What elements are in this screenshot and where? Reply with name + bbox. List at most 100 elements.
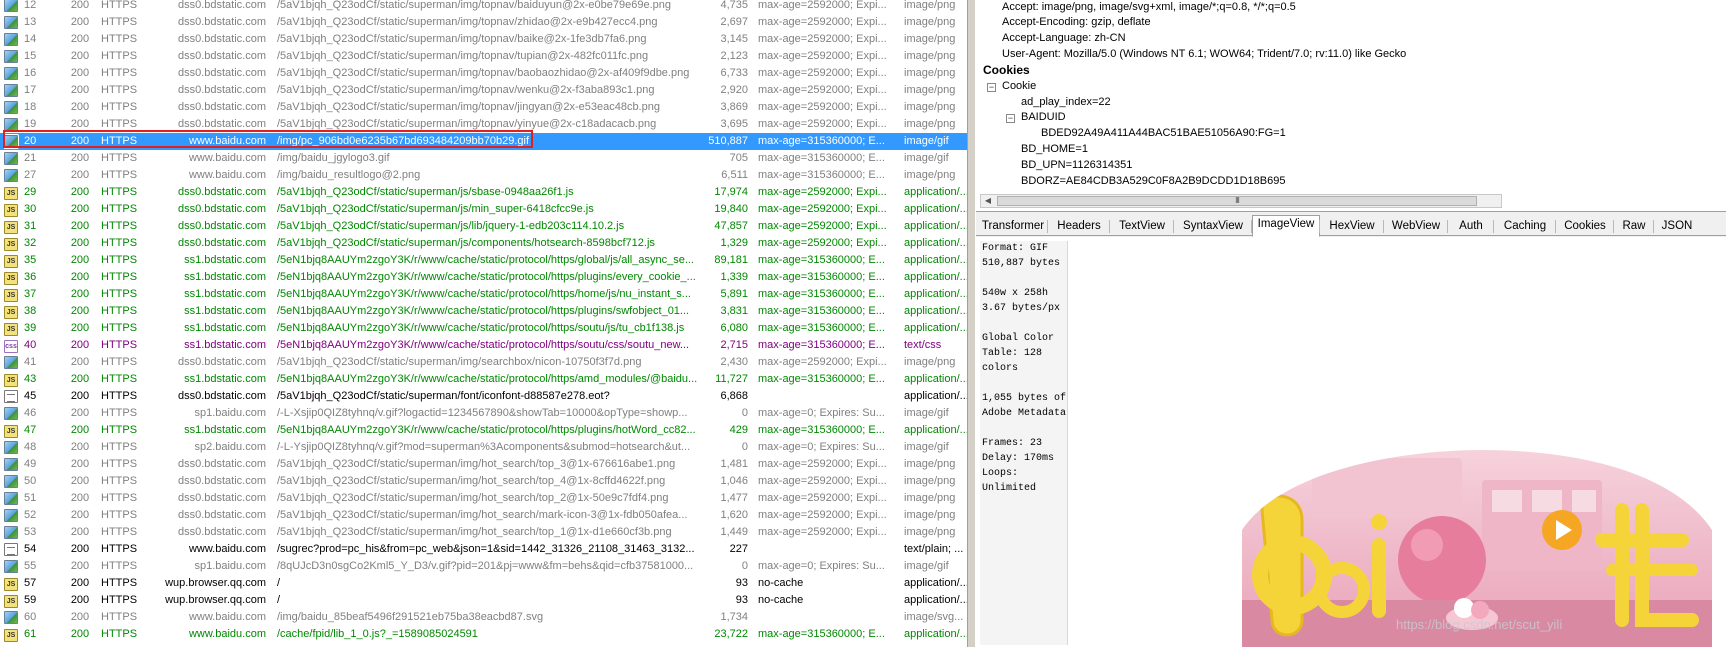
session-row[interactable]: 54 200 HTTPS www.baidu.com/sugrec?prod=pc_h… (0, 541, 967, 558)
cookie-node[interactable]: Cookie (1002, 79, 1036, 94)
session-row[interactable]: 52 200 HTTPS dss0.bdstatic.com/5aV1bjqh_Q23… (0, 507, 967, 524)
tab-headers[interactable]: Headers (1048, 217, 1110, 236)
image-icon (4, 84, 18, 97)
session-body-size: 6,080 (720, 322, 748, 334)
session-content-type: image/png (904, 169, 956, 181)
session-list[interactable]: 12 200 HTTPS dss0.bdstatic.com/5aV1bjqh_Q23… (0, 0, 967, 647)
image-icon (4, 560, 18, 573)
session-row[interactable]: 48 200 HTTPS sp2.baidu.com/-L-Ysjip0QIZ8tyh… (0, 439, 967, 456)
session-row[interactable]: 16 200 HTTPS dss0.bdstatic.com/5aV1bjqh_Q23… (0, 65, 967, 82)
horizontal-scrollbar[interactable]: ◀ III (980, 194, 1502, 208)
session-row[interactable]: JS 39 200 HTTPS ss1.bdstatic.com/5eN1bjq8AAU… (0, 320, 967, 337)
session-icon-cell: JS (4, 626, 20, 643)
session-host: ss1.bdstatic.com (184, 373, 266, 385)
tab-imageview[interactable]: ImageView (1252, 215, 1320, 237)
session-row[interactable]: 53 200 HTTPS dss0.bdstatic.com/5aV1bjqh_Q23… (0, 524, 967, 541)
scrollbar-thumb[interactable]: III (997, 196, 1477, 206)
session-body-size: 0 (741, 560, 748, 572)
session-caching: max-age=2592000; Expi... (758, 0, 887, 11)
session-row[interactable]: JS 30 200 HTTPS dss0.bdstatic.com/5aV1bjqh_Q… (0, 201, 967, 218)
tab-webview[interactable]: WebView (1384, 217, 1448, 236)
session-row[interactable]: 12 200 HTTPS dss0.bdstatic.com/5aV1bjqh_Q23… (0, 0, 967, 14)
scroll-grip-label: III (1235, 196, 1240, 205)
session-row[interactable]: JS 37 200 HTTPS ss1.bdstatic.com/5eN1bjq8AAU… (0, 286, 967, 303)
session-row[interactable]: 41 200 HTTPS dss0.bdstatic.com/5aV1bjqh_Q23… (0, 354, 967, 371)
session-row[interactable]: JS 36 200 HTTPS ss1.bdstatic.com/5eN1bjq8AAU… (0, 269, 967, 286)
session-caching: max-age=315360000; E... (758, 169, 885, 181)
session-caching: max-age=0; Expires: Su... (758, 560, 885, 572)
session-result: 200 (70, 611, 90, 623)
session-row[interactable]: JS 38 200 HTTPS ss1.bdstatic.com/5eN1bjq8AAU… (0, 303, 967, 320)
session-content-type: application/... (904, 390, 967, 402)
session-row[interactable]: 21 200 HTTPS www.baidu.com/img/baidu_jgylog… (0, 150, 967, 167)
session-row[interactable]: 20 200 HTTPS www.baidu.com/img/pc_906bd0e62… (0, 133, 967, 150)
tab-transformer[interactable]: Transformer (978, 217, 1048, 236)
session-host: dss0.bdstatic.com (177, 118, 266, 130)
session-row[interactable]: JS 61 200 HTTPS www.baidu.com/cache/fpid/lib… (0, 626, 967, 643)
session-caching: no-cache (758, 577, 804, 589)
session-row[interactable]: JS 35 200 HTTPS ss1.bdstatic.com/5eN1bjq8AAU… (0, 252, 967, 269)
session-host: dss0.bdstatic.com (177, 526, 266, 538)
session-content-type: application/... (904, 424, 967, 436)
session-content-type: application/... (904, 271, 967, 283)
session-row[interactable]: 45 200 HTTPS dss0.bdstatic.com/5aV1bjqh_Q23… (0, 388, 967, 405)
js-icon: JS (4, 323, 18, 336)
session-url: /img/pc_906bd0e6235b67bd693484209bb70b29… (277, 135, 530, 147)
session-icon-cell: JS (4, 422, 20, 439)
session-number: 54 (24, 543, 37, 555)
scroll-left-icon[interactable]: ◀ (981, 195, 995, 207)
session-number: 51 (24, 492, 37, 504)
session-row[interactable]: 17 200 HTTPS dss0.bdstatic.com/5aV1bjqh_Q23… (0, 82, 967, 99)
session-row[interactable]: 46 200 HTTPS sp1.baidu.com/-L-Xsjip0QIZ8tyh… (0, 405, 967, 422)
session-caching: max-age=315360000; E... (758, 271, 885, 283)
image-icon (4, 33, 18, 46)
session-row[interactable]: 14 200 HTTPS dss0.bdstatic.com/5aV1bjqh_Q23… (0, 31, 967, 48)
tab-cookies[interactable]: Cookies (1556, 217, 1614, 236)
cookie-baiduid-node[interactable]: BAIDUID (1021, 110, 1066, 125)
session-result: 200 (70, 339, 90, 351)
session-caching: max-age=315360000; E... (758, 424, 885, 436)
tab-caching[interactable]: Caching (1494, 217, 1556, 236)
tab-raw[interactable]: Raw (1614, 217, 1654, 236)
session-row[interactable]: JS 59 200 HTTPS wup.browser.qq.com/93 no-cach… (0, 592, 967, 609)
session-row[interactable]: css 40 200 HTTPS ss1.bdstatic.com/5eN1bjq8AA… (0, 337, 967, 354)
collapse-cookie-icon[interactable]: − (987, 83, 996, 92)
session-number: 45 (24, 390, 37, 402)
session-caching (758, 609, 894, 626)
session-row[interactable]: JS 31 200 HTTPS dss0.bdstatic.com/5aV1bjqh_Q… (0, 218, 967, 235)
session-icon-cell: JS (4, 320, 20, 337)
pane-splitter[interactable] (967, 0, 976, 647)
session-number: 41 (24, 356, 37, 368)
session-row[interactable]: 27 200 HTTPS www.baidu.com/img/baidu_result… (0, 167, 967, 184)
session-number: 55 (24, 560, 37, 572)
tab-textview[interactable]: TextView (1110, 217, 1174, 236)
session-body-size: 6,511 (721, 169, 748, 181)
session-icon-cell (4, 541, 20, 558)
session-row[interactable]: 49 200 HTTPS dss0.bdstatic.com/5aV1bjqh_Q23… (0, 456, 967, 473)
session-row[interactable]: 50 200 HTTPS dss0.bdstatic.com/5aV1bjqh_Q23… (0, 473, 967, 490)
session-row[interactable]: 55 200 HTTPS sp1.baidu.com/8qUJcD3n0sgCo2Km… (0, 558, 967, 575)
session-row[interactable]: JS 29 200 HTTPS dss0.bdstatic.com/5aV1bjqh_Q… (0, 184, 967, 201)
tab-auth[interactable]: Auth (1448, 217, 1494, 236)
session-row[interactable]: 51 200 HTTPS dss0.bdstatic.com/5aV1bjqh_Q23… (0, 490, 967, 507)
session-icon-cell (4, 14, 20, 31)
tab-hexview[interactable]: HexView (1320, 217, 1384, 236)
session-row[interactable]: 18 200 HTTPS dss0.bdstatic.com/5aV1bjqh_Q23… (0, 99, 967, 116)
session-icon-cell: JS (4, 269, 20, 286)
session-row[interactable]: 19 200 HTTPS dss0.bdstatic.com/5aV1bjqh_Q23… (0, 116, 967, 133)
tab-syntaxview[interactable]: SyntaxView (1174, 217, 1252, 236)
tab-json[interactable]: JSON (1654, 217, 1700, 236)
image-info-panel: Format: GIF 510,887 bytes 540w x 258h 3.… (980, 241, 1068, 645)
session-row[interactable]: 60 200 HTTPS www.baidu.com/img/baidu_85beaf… (0, 609, 967, 626)
collapse-baiduid-icon[interactable]: − (1006, 114, 1015, 123)
session-row[interactable]: JS 47 200 HTTPS ss1.bdstatic.com/5eN1bjq8AAU… (0, 422, 967, 439)
session-icon-cell (4, 609, 20, 626)
session-row[interactable]: JS 43 200 HTTPS ss1.bdstatic.com/5eN1bjq8AAU… (0, 371, 967, 388)
session-row[interactable]: 13 200 HTTPS dss0.bdstatic.com/5aV1bjqh_Q23… (0, 14, 967, 31)
session-host: dss0.bdstatic.com (177, 33, 266, 45)
session-row[interactable]: JS 57 200 HTTPS wup.browser.qq.com/93 no-cach… (0, 575, 967, 592)
session-row[interactable]: 15 200 HTTPS dss0.bdstatic.com/5aV1bjqh_Q23… (0, 48, 967, 65)
session-body-size: 6,733 (720, 67, 748, 79)
session-row[interactable]: JS 32 200 HTTPS dss0.bdstatic.com/5aV1bjqh_Q… (0, 235, 967, 252)
session-content-type: text/css (904, 339, 942, 351)
